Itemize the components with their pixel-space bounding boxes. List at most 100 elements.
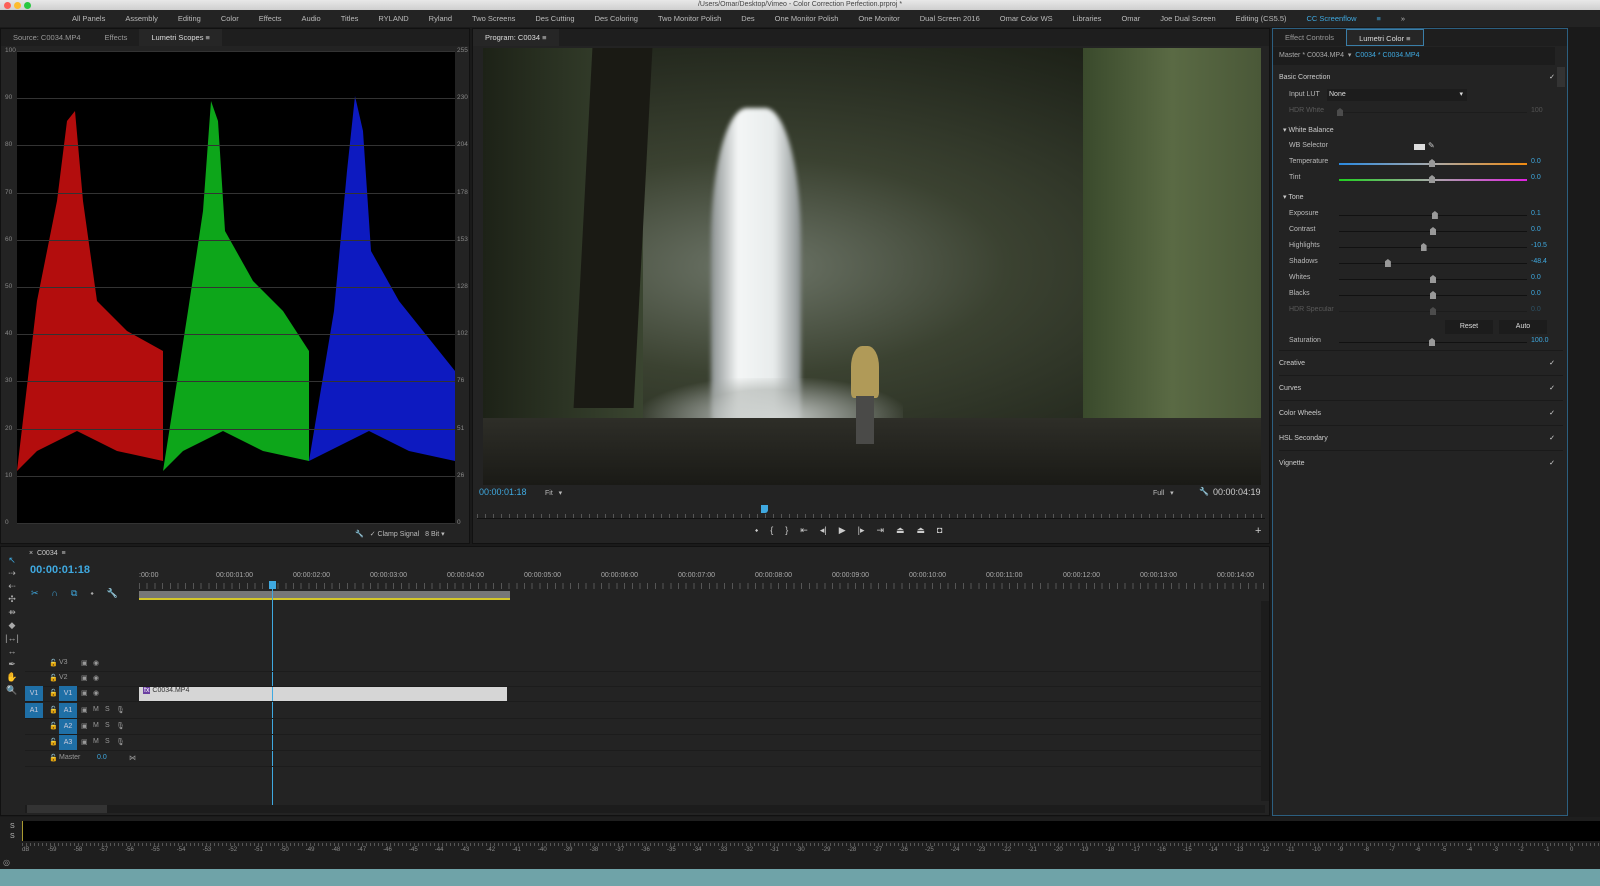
slider-value[interactable]: 0.0: [1531, 306, 1541, 313]
razor-tool-icon[interactable]: ◆: [5, 620, 19, 632]
rate-stretch-tool-icon[interactable]: ⇻: [5, 607, 19, 619]
sync-lock-icon[interactable]: ▣: [81, 689, 88, 697]
checkmark-icon[interactable]: ✓: [1549, 65, 1555, 90]
zoom-dropdown[interactable]: Fit ▾: [545, 489, 562, 497]
tab-lumetri-color[interactable]: Lumetri Color ≡: [1346, 29, 1424, 46]
zoom-window-button[interactable]: [24, 2, 31, 9]
tone-slider-hdr-specular[interactable]: HDR Specular 0.0: [1273, 303, 1573, 319]
solo-button[interactable]: S: [105, 738, 110, 745]
slider-track[interactable]: [1339, 263, 1527, 264]
track-label[interactable]: A1: [59, 703, 77, 718]
workspace-tab[interactable]: Libraries: [1063, 14, 1112, 23]
slider-value[interactable]: 0.0: [1531, 274, 1541, 281]
checkmark-icon[interactable]: ✓: [1549, 451, 1555, 476]
tab-effects[interactable]: Effects: [93, 29, 140, 46]
slider-track[interactable]: [1339, 247, 1527, 248]
lock-icon[interactable]: 🔓: [49, 659, 58, 667]
section-basic-correction[interactable]: Basic Correction ✓: [1279, 65, 1563, 90]
workspace-tab[interactable]: Assembly: [115, 14, 168, 23]
slider-thumb[interactable]: [1430, 307, 1436, 315]
scrollbar-thumb[interactable]: [27, 805, 107, 813]
more-workspaces-icon[interactable]: »: [1391, 14, 1415, 23]
master-go-icon[interactable]: ⋈: [129, 754, 136, 762]
wrench-icon[interactable]: 🔧: [355, 530, 364, 538]
tone-slider-shadows[interactable]: Shadows -48.4: [1273, 255, 1573, 271]
slider-value[interactable]: 100.0: [1531, 337, 1549, 344]
source-patch-v1[interactable]: V1: [25, 686, 43, 701]
snap-icon[interactable]: ∩: [52, 588, 58, 599]
step-back-icon[interactable]: ◂|: [820, 525, 827, 536]
add-button-icon[interactable]: +: [1255, 525, 1261, 537]
program-scrubber[interactable]: [477, 505, 1265, 519]
resolution-dropdown[interactable]: Full ▾: [1153, 489, 1174, 497]
workspace-tab[interactable]: Titles: [331, 14, 369, 23]
track-v3[interactable]: 🔓 V3 ▣ ◉: [25, 656, 1265, 672]
section-hsl-secondary[interactable]: HSL Secondary ✓: [1279, 425, 1563, 450]
section-creative[interactable]: Creative ✓: [1279, 350, 1563, 375]
lift-icon[interactable]: ⏏: [896, 525, 905, 536]
workspace-tab[interactable]: Effects: [249, 14, 292, 23]
mute-button[interactable]: M: [93, 722, 99, 729]
slider-value[interactable]: 0.0: [1531, 226, 1541, 233]
tone-slider-whites[interactable]: Whites 0.0: [1273, 271, 1573, 287]
playhead-handle[interactable]: [269, 581, 276, 589]
workspace-tab[interactable]: Editing: [168, 14, 211, 23]
master-clip[interactable]: Master * C0034.MP4: [1279, 52, 1344, 59]
bit-depth-dropdown[interactable]: 8 Bit ▾: [425, 530, 444, 538]
eye-icon[interactable]: ◉: [93, 689, 99, 697]
linked-selection-icon[interactable]: ⧉: [71, 588, 77, 599]
master-value[interactable]: 0.0: [97, 754, 107, 761]
program-timecode[interactable]: 00:00:01:18: [479, 487, 527, 497]
close-window-button[interactable]: [4, 2, 11, 9]
tone-header[interactable]: ▾ Tone: [1283, 193, 1304, 201]
pen-tool-icon[interactable]: ✒: [5, 659, 19, 671]
tab-lumetri-scopes[interactable]: Lumetri Scopes ≡: [139, 29, 222, 46]
source-patch-a1[interactable]: A1: [25, 703, 43, 718]
settings-icon[interactable]: ◎: [3, 858, 10, 867]
track-label[interactable]: V2: [59, 674, 68, 681]
slider-thumb[interactable]: [1430, 227, 1436, 235]
workspace-tab[interactable]: Audio: [292, 14, 331, 23]
slider-value[interactable]: 0.0: [1531, 158, 1541, 165]
section-color-wheels[interactable]: Color Wheels ✓: [1279, 400, 1563, 425]
slider-thumb[interactable]: [1431, 211, 1438, 219]
track-a2[interactable]: 🔓 A2 ▣ M S 🎙: [25, 719, 1265, 735]
timeline-timecode[interactable]: 00:00:01:18: [30, 564, 90, 576]
track-label[interactable]: A2: [59, 719, 77, 734]
workspace-tab[interactable]: Des Cutting: [525, 14, 584, 23]
ripple-edit-tool-icon[interactable]: ⇠: [5, 581, 19, 593]
workspace-tab[interactable]: Two Monitor Polish: [648, 14, 731, 23]
play-icon[interactable]: ▶: [839, 525, 846, 536]
mark-in-icon[interactable]: {: [770, 525, 773, 536]
add-marker-icon[interactable]: ⬩: [90, 588, 93, 599]
track-v2[interactable]: 🔓 V2 ▣ ◉: [25, 671, 1265, 687]
slider-thumb[interactable]: [1430, 275, 1436, 283]
workspace-tab[interactable]: One Monitor: [848, 14, 909, 23]
mute-button[interactable]: M: [93, 738, 99, 745]
playhead-handle[interactable]: [760, 505, 768, 513]
clamp-signal-checkbox[interactable]: ✓ Clamp Signal: [370, 530, 419, 538]
workspace-tab[interactable]: Des: [731, 14, 764, 23]
tone-slider-blacks[interactable]: Blacks 0.0: [1273, 287, 1573, 303]
tone-slider-highlights[interactable]: Highlights -10.5: [1273, 239, 1573, 255]
step-forward-icon[interactable]: |▸: [858, 525, 865, 536]
section-vignette[interactable]: Vignette ✓: [1279, 450, 1563, 475]
clip-selector[interactable]: Master * C0034.MP4 ▾ C0034 * C0034.MP4: [1273, 47, 1555, 65]
horizontal-scrollbar[interactable]: [25, 805, 1265, 813]
checkmark-icon[interactable]: ✓: [1549, 351, 1555, 376]
nest-icon[interactable]: ✂: [31, 588, 39, 599]
track-label[interactable]: V3: [59, 659, 68, 666]
lock-icon[interactable]: 🔓: [49, 722, 58, 730]
microphone-icon[interactable]: 🎙: [116, 722, 125, 730]
add-marker-icon[interactable]: ⬩: [755, 525, 758, 536]
section-curves[interactable]: Curves ✓: [1279, 375, 1563, 400]
auto-button[interactable]: Auto: [1499, 320, 1547, 334]
hand-tool-icon[interactable]: ✋: [5, 672, 19, 684]
workspace-tab[interactable]: All Panels: [62, 14, 115, 23]
minimize-window-button[interactable]: [14, 2, 21, 9]
track-label[interactable]: V1: [59, 686, 77, 701]
sync-lock-icon[interactable]: ▣: [81, 722, 88, 730]
export-frame-icon[interactable]: ◘: [937, 525, 942, 536]
workspace-tab[interactable]: Des Coloring: [585, 14, 648, 23]
panel-menu-icon[interactable]: ≡: [206, 33, 210, 42]
